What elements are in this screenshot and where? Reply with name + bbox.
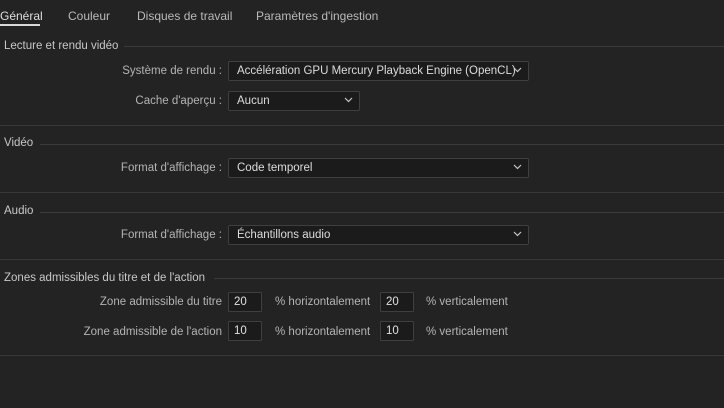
vertical-unit-label: % verticalement <box>426 296 508 308</box>
action-safe-horizontal-input[interactable]: 10 <box>228 321 262 341</box>
chevron-down-icon <box>513 164 522 170</box>
section-rule <box>40 212 724 213</box>
action-safe-vertical-input[interactable]: 10 <box>380 321 414 341</box>
title-safe-horizontal-input[interactable]: 20 <box>228 292 262 312</box>
section-title-audio: Audio <box>4 205 34 217</box>
vertical-unit-label: % verticalement <box>426 326 508 338</box>
chevron-down-icon <box>513 231 522 237</box>
section-divider <box>0 125 724 126</box>
chevron-down-icon <box>513 67 522 73</box>
horizontal-unit-label: % horizontalement <box>275 296 371 308</box>
audio-display-format-select[interactable]: Échantillons audio <box>228 225 529 245</box>
tab-scratch-disks[interactable]: Disques de travail <box>137 9 232 23</box>
section-title-safe-zones: Zones admissibles du titre et de l'actio… <box>4 272 205 284</box>
preview-cache-label: Cache d'aperçu : <box>135 95 222 107</box>
section-divider <box>0 259 724 260</box>
section-rule <box>214 278 724 279</box>
section-divider <box>0 355 724 356</box>
title-safe-vertical-input[interactable]: 20 <box>380 292 414 312</box>
renderer-label: Système de rendu : <box>122 65 222 77</box>
renderer-select[interactable]: Accélération GPU Mercury Playback Engine… <box>228 61 529 81</box>
tab-color[interactable]: Couleur <box>68 9 110 23</box>
section-divider <box>0 192 724 193</box>
renderer-select-value: Accélération GPU Mercury Playback Engine… <box>237 65 516 77</box>
horizontal-unit-label: % horizontalement <box>275 326 371 338</box>
active-tab-underline <box>0 24 40 26</box>
section-rule <box>40 144 724 145</box>
chevron-down-icon <box>344 97 353 103</box>
video-display-format-label: Format d'affichage : <box>120 162 222 174</box>
title-safe-label: Zone admissible du titre <box>99 296 222 308</box>
tab-general[interactable]: Général <box>0 9 43 23</box>
video-display-format-select[interactable]: Code temporel <box>228 158 529 178</box>
audio-display-format-value: Échantillons audio <box>237 229 331 241</box>
section-title-playback: Lecture et rendu vidéo <box>4 40 119 52</box>
section-title-video: Vidéo <box>4 137 34 149</box>
action-safe-label: Zone admissible de l'action <box>83 326 222 338</box>
section-rule <box>124 46 724 47</box>
preview-cache-select-value: Aucun <box>237 95 270 107</box>
preview-cache-select[interactable]: Aucun <box>228 91 360 111</box>
audio-display-format-label: Format d'affichage : <box>120 229 222 241</box>
video-display-format-value: Code temporel <box>237 162 313 174</box>
settings-tab-bar: Général Couleur Disques de travail Param… <box>0 0 724 28</box>
tab-ingest-settings[interactable]: Paramètres d'ingestion <box>256 9 378 23</box>
